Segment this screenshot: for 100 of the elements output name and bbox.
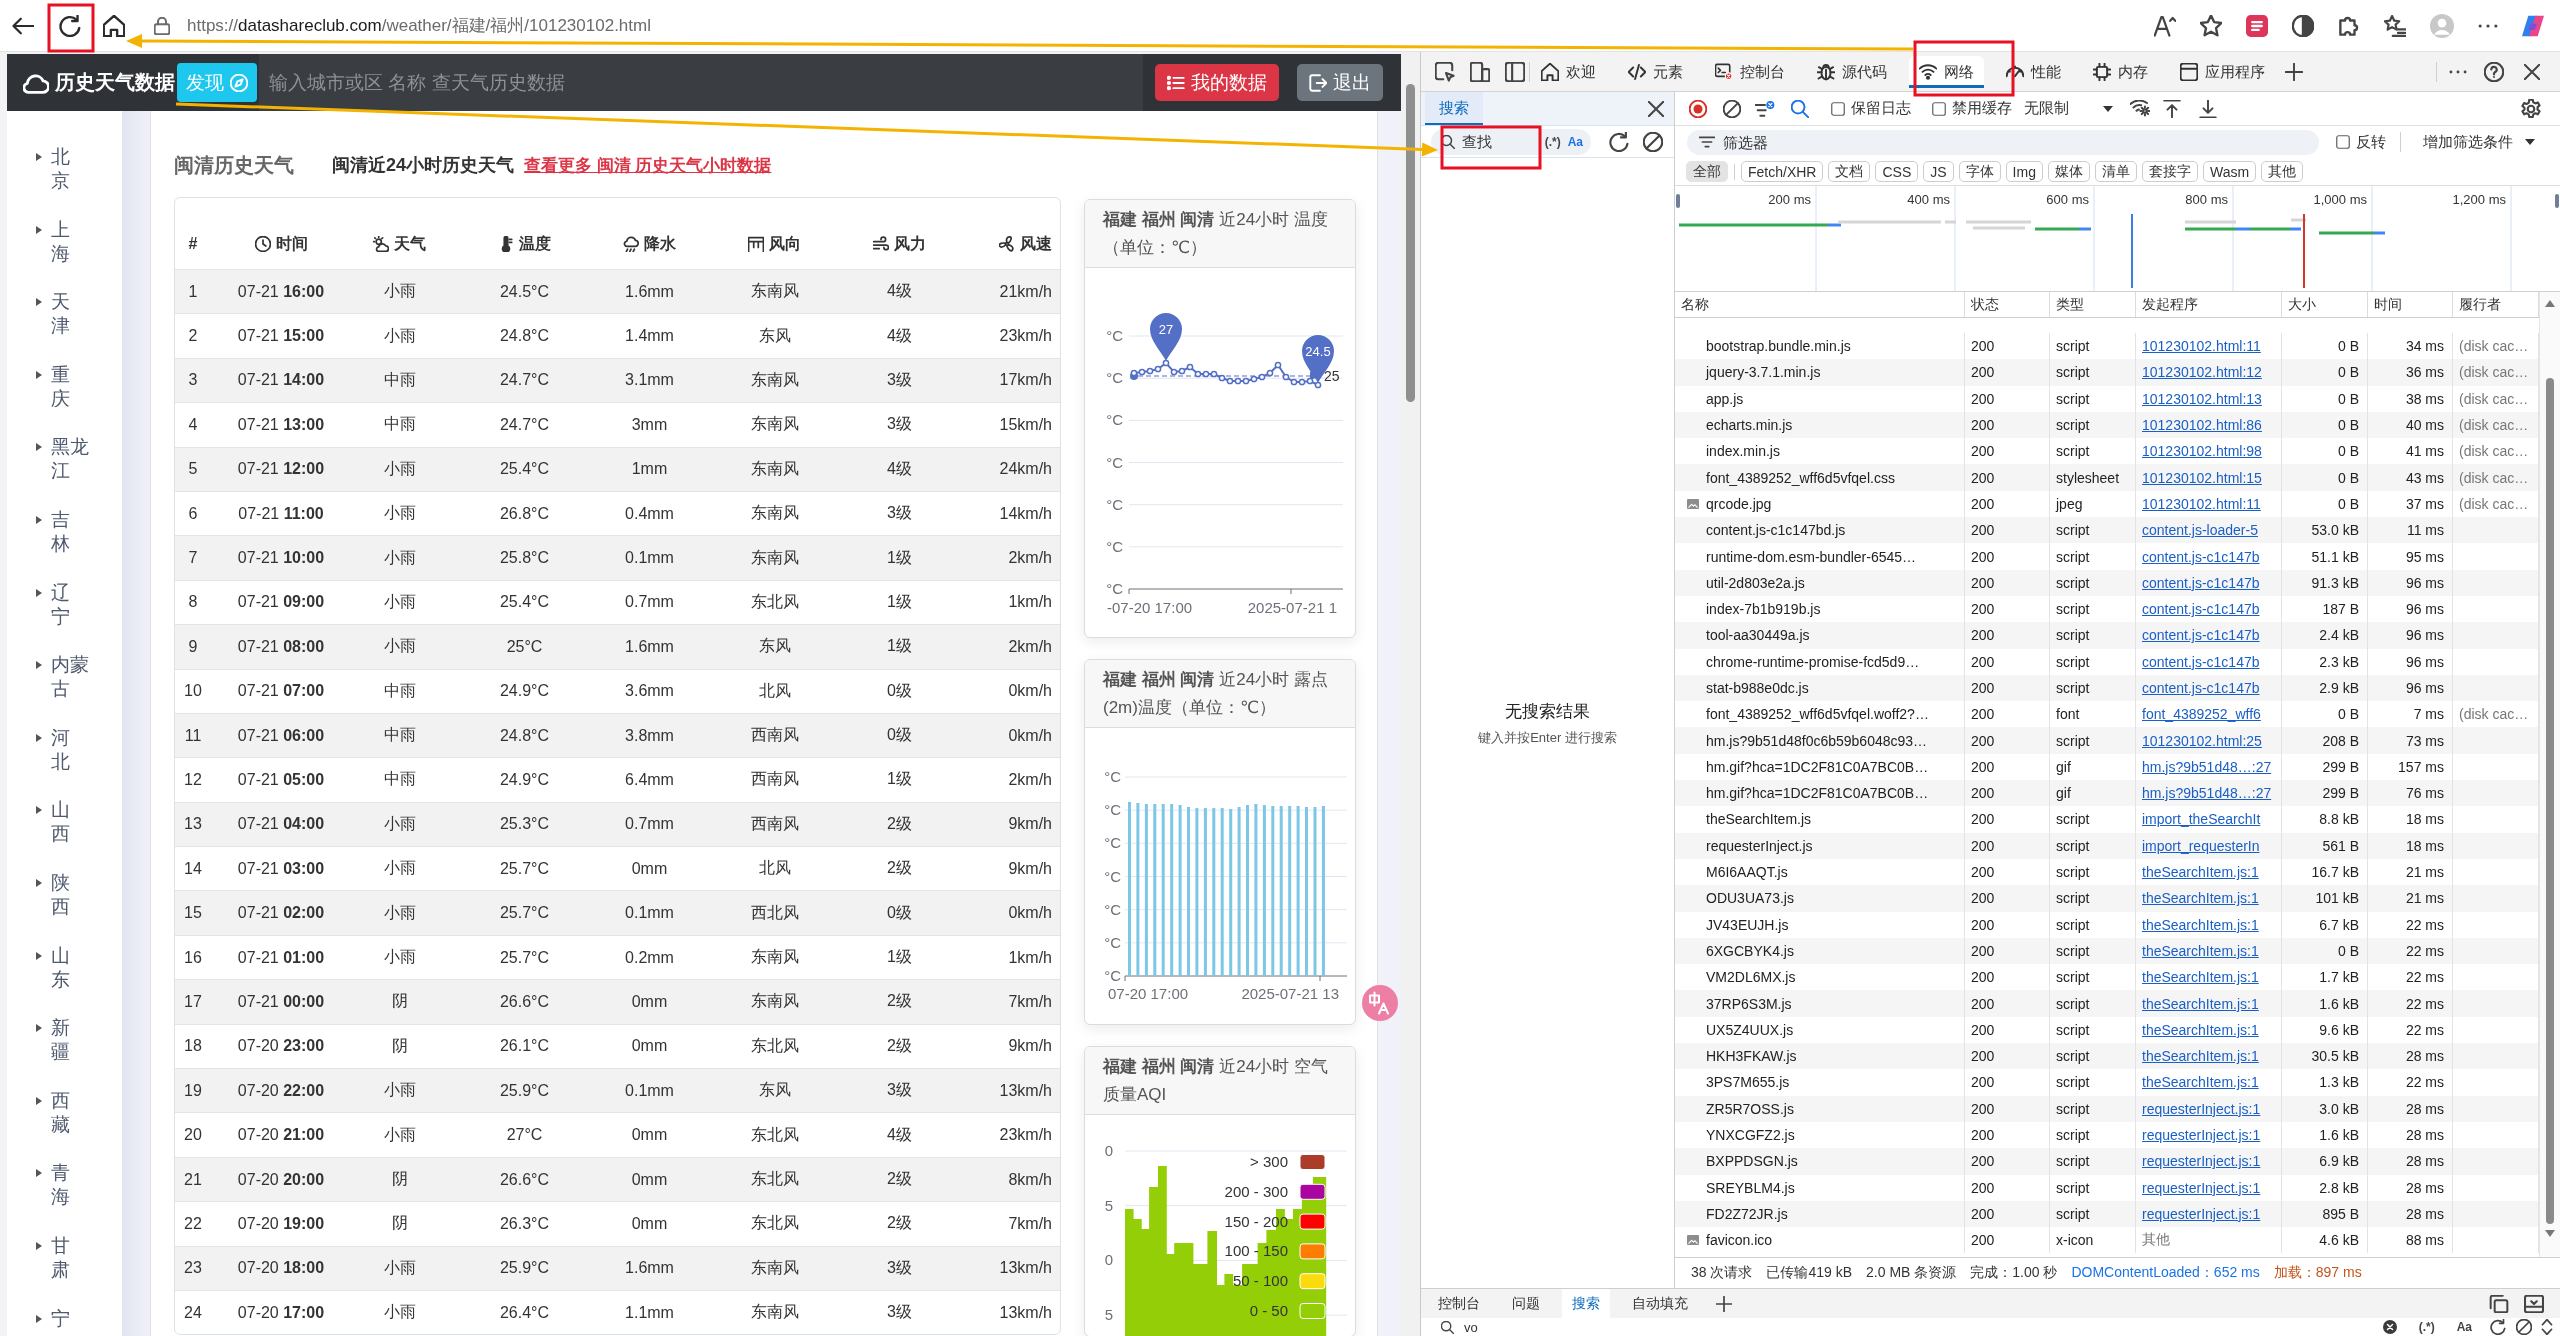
initiator-link[interactable]: 101230102.html:86: [2142, 417, 2262, 434]
more-link[interactable]: 查看更多 闽清 历史天气小时数据: [524, 153, 772, 177]
devtools-tab[interactable]: 性能: [1996, 56, 2071, 88]
initiator-link[interactable]: theSearchItem.js:1: [2142, 1048, 2259, 1065]
column-header[interactable]: 温度: [519, 233, 551, 255]
request-row[interactable]: content.js-c1c147bd.js 200 script content.js-loader-5 53.0 kB 11 ms: [1675, 517, 2539, 544]
initiator-link[interactable]: 101230102.html:11: [2142, 338, 2261, 355]
help-icon[interactable]: [2484, 62, 2504, 82]
plus-icon[interactable]: [2285, 63, 2303, 81]
more-icon[interactable]: [2449, 69, 2467, 75]
sidebar-panel-icon[interactable]: [1505, 62, 1525, 82]
clear-icon[interactable]: [1643, 131, 1663, 152]
column-header[interactable]: 降水: [644, 233, 676, 255]
initiator-link[interactable]: requesterInject.js:1: [2142, 1205, 2261, 1222]
checkbox-label[interactable]: 反转: [2356, 132, 2386, 152]
type-filter-button[interactable]: 其他: [2261, 161, 2304, 182]
request-row[interactable]: ODU3UA73.js 200 script theSearchItem.js:1 101 kB 21 ms: [1675, 885, 2539, 912]
checkbox-label[interactable]: 保留日志: [1851, 99, 1911, 118]
drawer-tab[interactable]: 控制台: [1428, 1289, 1490, 1318]
initiator-link[interactable]: content.js-c1c147b: [2142, 548, 2260, 565]
sidebar-item[interactable]: 黑龙江: [36, 435, 90, 484]
column-header[interactable]: 名称: [1681, 295, 1709, 314]
close-icon[interactable]: [1648, 100, 1664, 117]
request-row[interactable]: hm.js?9b51d48f0c6b59b6048c93… 200 script 101230102.html:25 208 B 73 ms: [1675, 727, 2539, 754]
app-icon[interactable]: [2246, 14, 2268, 37]
devtools-tab[interactable]: 内存: [2083, 56, 2158, 88]
sidebar-item[interactable]: 新疆: [36, 1016, 71, 1065]
range-handle[interactable]: [1676, 194, 1680, 208]
sidebar-item[interactable]: 北京: [36, 145, 71, 193]
logout-button[interactable]: 退出: [1297, 64, 1383, 101]
search-field[interactable]: 查找 (.*) Aa: [1431, 128, 1591, 155]
search-field[interactable]: 输入城市或区 名称 查天气历史数据: [259, 54, 1143, 111]
type-filter-button[interactable]: 套接字: [2141, 161, 2198, 182]
devtools-tab[interactable]: 元素: [1618, 56, 1693, 88]
undock-icon[interactable]: [2489, 1294, 2509, 1313]
settings-icon[interactable]: [2521, 98, 2541, 119]
search-field[interactable]: vo: [1464, 1319, 1741, 1335]
panel-tab[interactable]: 搜索: [1425, 92, 1483, 125]
initiator-link[interactable]: font_4389252_wff6: [2142, 706, 2261, 723]
type-filter-button[interactable]: Img: [2005, 161, 2043, 182]
request-row[interactable]: util-2d803e2a.js 200 script content.js-c1c147b 91.3 kB 96 ms: [1675, 569, 2539, 596]
initiator-link[interactable]: theSearchItem.js:1: [2142, 916, 2259, 933]
dock-bottom-icon[interactable]: [2524, 1294, 2544, 1313]
sidebar-item[interactable]: 河北: [36, 725, 71, 774]
initiator-link[interactable]: 101230102.html:98: [2142, 443, 2262, 460]
sidebar-item[interactable]: 山西: [36, 798, 71, 847]
regex-toggle[interactable]: (.*): [2418, 1320, 2435, 1334]
request-row[interactable]: font_4389252_wff6d5vfqel.css 200 stylesheet 101230102.html:15 0 B 43 ms (disk cac…: [1675, 464, 2539, 491]
initiator-link[interactable]: requesterInject.js:1: [2142, 1127, 2261, 1144]
filter-icon[interactable]: [1755, 99, 1775, 118]
plus-icon[interactable]: [1716, 1295, 1732, 1312]
type-filter-button[interactable]: JS: [1923, 161, 1954, 182]
clear-icon[interactable]: [2516, 1319, 2532, 1335]
drawer-tab[interactable]: 自动填充: [1622, 1289, 1698, 1318]
refresh-icon[interactable]: [1609, 131, 1629, 152]
sidebar-item[interactable]: 内蒙古: [36, 653, 90, 702]
column-header[interactable]: 时间: [2374, 295, 2402, 314]
request-row[interactable]: jquery-3.7.1.min.js 200 script 101230102.html:12 0 B 36 ms (disk cac…: [1675, 359, 2539, 386]
wifi-gear-icon[interactable]: [2130, 99, 2150, 118]
scroll-down-icon[interactable]: [2545, 1230, 2555, 1237]
address-bar[interactable]: https://datashareclub.com/weather/福建/福州/101230102.html: [136, 7, 2134, 44]
column-header[interactable]: #: [188, 235, 198, 253]
column-header[interactable]: 状态: [1971, 295, 1999, 314]
drawer-tab[interactable]: 问题: [1502, 1289, 1550, 1318]
puzzle-icon[interactable]: [2338, 14, 2360, 37]
search-icon[interactable]: [1791, 99, 1809, 118]
initiator-link[interactable]: content.js-c1c147b: [2142, 680, 2260, 696]
inspect-icon[interactable]: [1435, 62, 1455, 82]
column-header[interactable]: 风力: [894, 233, 926, 255]
sidebar-item[interactable]: 西藏: [36, 1088, 71, 1137]
upload-icon[interactable]: [2163, 99, 2181, 118]
devtools-tab[interactable]: 源代码: [1807, 56, 1897, 88]
initiator-link[interactable]: theSearchItem.js:1: [2142, 1074, 2259, 1091]
checkbox-label[interactable]: 禁用缓存: [1952, 99, 2012, 118]
initiator-link[interactable]: content.js-c1c147b: [2142, 601, 2260, 618]
checkbox[interactable]: [1932, 101, 1946, 116]
initiator-link[interactable]: content.js-c1c147b: [2142, 653, 2260, 670]
throttle-select[interactable]: 无限制: [2024, 99, 2113, 118]
sidebar-item[interactable]: 甘肃: [36, 1233, 71, 1282]
request-row[interactable]: echarts.min.js 200 script 101230102.html:86 0 B 40 ms (disk cac…: [1675, 411, 2539, 439]
initiator-link[interactable]: theSearchItem.js:1: [2142, 890, 2259, 907]
home-icon[interactable]: [103, 14, 125, 37]
initiator-link[interactable]: import_requesterIn: [2142, 837, 2260, 854]
sidebar-item[interactable]: 陕西: [36, 870, 71, 919]
regex-toggle[interactable]: (.*): [1544, 134, 1561, 149]
type-filter-button[interactable]: 全部: [1686, 161, 1728, 182]
initiator-link[interactable]: 101230102.html:11: [2142, 495, 2261, 512]
drawer-tab[interactable]: 搜索: [1562, 1289, 1610, 1318]
cloud-icon[interactable]: [23, 71, 49, 94]
record-icon[interactable]: [1689, 99, 1707, 118]
request-row[interactable]: tool-aa30449a.js 200 script content.js-c1c147b 2.4 kB 96 ms: [1675, 622, 2539, 649]
back-icon[interactable]: [12, 15, 34, 36]
column-header[interactable]: 风速: [1020, 233, 1052, 255]
sidebar-item[interactable]: 宁: [36, 1306, 71, 1331]
sidebar-item[interactable]: 山东: [36, 943, 71, 992]
initiator-link[interactable]: hm.js?9b51d48…:27: [2142, 758, 2272, 775]
type-filter-button[interactable]: 文档: [1828, 161, 1871, 182]
add-filter-dropdown[interactable]: 增加筛选条件: [2423, 132, 2535, 152]
request-row[interactable]: favicon.ico 200 x-icon 其他 4.6 kB 88 ms: [1675, 1227, 2539, 1254]
sidebar-item[interactable]: 吉林: [36, 507, 71, 556]
